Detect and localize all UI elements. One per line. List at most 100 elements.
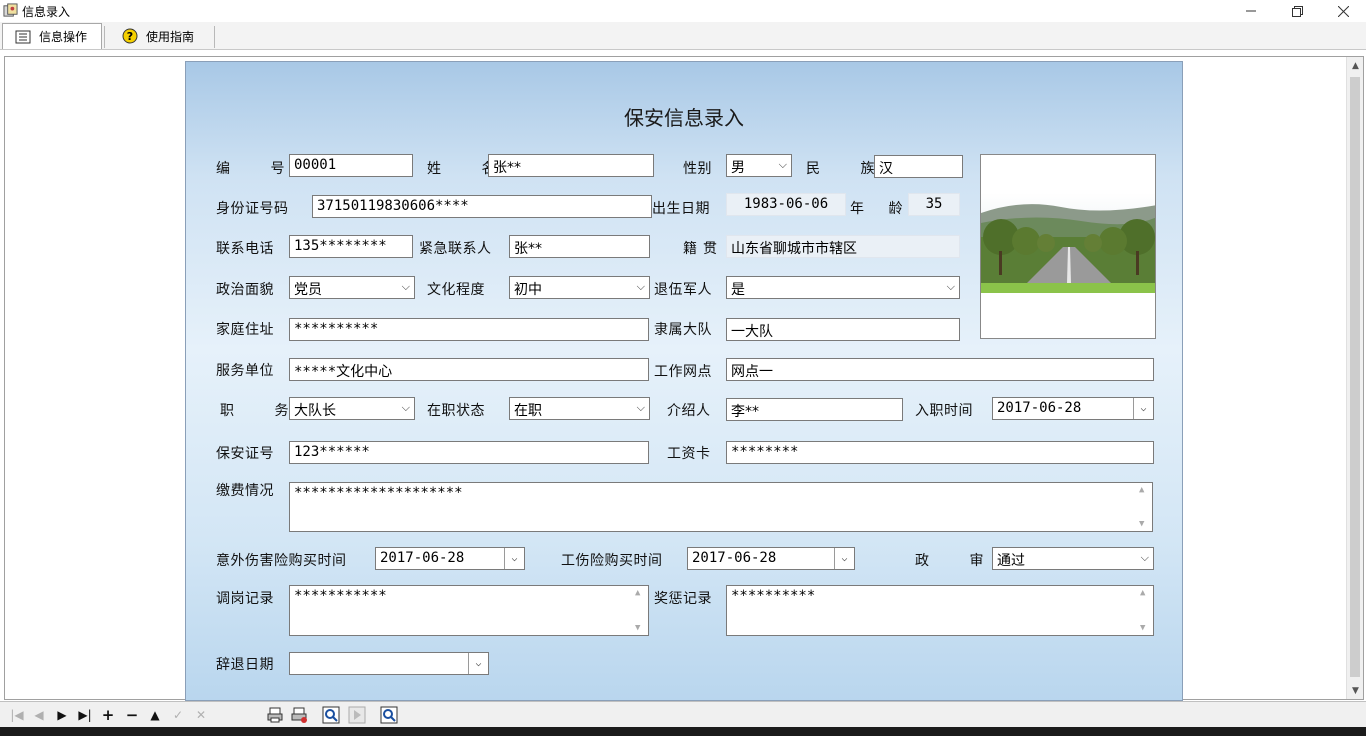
scroll-up-icon[interactable]: ▲ — [1347, 57, 1364, 74]
tab-user-guide[interactable]: ? 使用指南 — [110, 23, 210, 49]
print-icon[interactable] — [266, 706, 284, 724]
edit-record-icon[interactable]: ▲ — [146, 706, 164, 724]
label-dismiss-date: 辞退日期 — [216, 657, 274, 673]
label-birthdate: 出生日期 — [652, 201, 710, 217]
print-preview-icon[interactable] — [322, 706, 340, 724]
chevron-down-icon: ⌵ — [778, 158, 787, 171]
tab-divider — [214, 26, 215, 48]
client-area: 保安信息录入 编 号 00001 姓 名 张** 性别 男 ⌵ 民 族 汉 身份… — [4, 56, 1364, 701]
veteran-value: 是 — [731, 282, 745, 298]
position-select[interactable]: 大队长 ⌵ — [289, 397, 415, 420]
photo-image — [981, 155, 1155, 338]
label-emergency-contact: 紧急联系人 — [419, 241, 492, 257]
label-work-outlet: 工作网点 — [654, 364, 712, 380]
tab-info-operations[interactable]: 信息操作 — [2, 23, 102, 49]
vertical-scrollbar[interactable]: ▲ ▼ — [1346, 57, 1363, 699]
first-record-icon[interactable]: |◀ — [8, 706, 26, 724]
label-address: 家庭住址 — [216, 322, 274, 338]
chevron-down-icon: ⌵ — [636, 280, 645, 293]
introducer-field[interactable]: 李** — [726, 398, 903, 421]
form-title: 保安信息录入 — [624, 106, 744, 130]
close-icon — [1337, 5, 1349, 17]
address-field[interactable]: ********** — [289, 318, 649, 341]
minimize-button[interactable] — [1228, 0, 1274, 22]
chevron-down-icon[interactable]: ⌵ — [468, 653, 488, 674]
search-icon[interactable] — [380, 706, 398, 724]
tab-label: 使用指南 — [146, 29, 195, 44]
gender-select[interactable]: 男 ⌵ — [726, 154, 792, 177]
chevron-down-icon[interactable]: ⌵ — [1133, 398, 1153, 419]
label-service-unit: 服务单位 — [216, 363, 274, 379]
emergency-contact-field[interactable]: 张** — [509, 235, 650, 258]
prior-record-icon[interactable]: ◀ — [30, 706, 48, 724]
idcard-field[interactable]: 37150119830606**** — [312, 195, 652, 218]
political-status-select[interactable]: 党员 ⌵ — [289, 276, 415, 299]
native-place-field: 山东省聊城市市辖区 — [726, 235, 960, 258]
chevron-down-icon: ⌵ — [401, 401, 410, 414]
employee-photo[interactable] — [980, 154, 1156, 339]
cancel-record-icon[interactable]: ✕ — [192, 706, 210, 724]
education-select[interactable]: 初中 ⌵ — [509, 276, 650, 299]
reward-record-textarea[interactable]: ********** ▲ ▼ — [726, 585, 1154, 636]
security-cert-field[interactable]: 123****** — [289, 441, 649, 464]
birthdate-field: 1983-06-06 — [726, 193, 846, 216]
tab-divider — [104, 26, 105, 48]
injury-insurance-date-picker[interactable]: 2017-06-28 ⌵ — [687, 547, 855, 570]
salary-card-field[interactable]: ******** — [726, 441, 1154, 464]
label-education: 文化程度 — [427, 282, 485, 298]
close-button[interactable] — [1320, 0, 1366, 22]
scroll-thumb[interactable] — [1350, 77, 1360, 677]
injury-insurance-date-value: 2017-06-28 — [692, 550, 777, 566]
chevron-down-icon[interactable]: ⌵ — [834, 548, 854, 569]
veteran-select[interactable]: 是 ⌵ — [726, 276, 960, 299]
age-field: 35 — [908, 193, 960, 216]
label-political-review: 政 审 — [915, 553, 1002, 569]
label-salary-card: 工资卡 — [667, 446, 711, 462]
dismiss-date-picker[interactable]: ⌵ — [289, 652, 489, 675]
service-unit-field[interactable]: *****文化中心 — [289, 358, 649, 381]
brigade-field[interactable]: 一大队 — [726, 318, 960, 341]
app-icon — [3, 3, 18, 17]
title-bar: 信息录入 — [0, 0, 1366, 22]
phone-field[interactable]: 135******** — [289, 235, 413, 258]
hire-date-value: 2017-06-28 — [997, 400, 1082, 416]
transfer-record-textarea[interactable]: *********** ▲ ▼ — [289, 585, 649, 636]
window-title: 信息录入 — [22, 5, 71, 19]
gender-value: 男 — [731, 160, 745, 176]
political-review-select[interactable]: 通过 ⌵ — [992, 547, 1154, 570]
scroll-down-icon[interactable]: ▼ — [1347, 682, 1364, 699]
work-outlet-field[interactable]: 网点一 — [726, 358, 1154, 381]
employment-status-select[interactable]: 在职 ⌵ — [509, 397, 650, 420]
textarea-scrollbar[interactable]: ▲ ▼ — [1136, 483, 1152, 531]
textarea-scrollbar[interactable]: ▲ ▼ — [1137, 586, 1153, 635]
help-icon: ? — [122, 28, 138, 44]
id-field[interactable]: 00001 — [289, 154, 413, 177]
next-record-icon[interactable]: ▶ — [53, 706, 71, 724]
delete-record-icon[interactable]: − — [123, 706, 141, 724]
play-icon[interactable] — [348, 706, 366, 724]
label-native-place: 籍贯 — [683, 241, 723, 257]
payment-textarea[interactable]: ******************** ▲ ▼ — [289, 482, 1153, 532]
education-value: 初中 — [514, 282, 542, 298]
accident-insurance-date-picker[interactable]: 2017-06-28 ⌵ — [375, 547, 525, 570]
label-security-cert: 保安证号 — [216, 446, 274, 462]
hire-date-picker[interactable]: 2017-06-28 ⌵ — [992, 397, 1154, 420]
label-veteran: 退伍军人 — [654, 282, 712, 298]
post-record-icon[interactable]: ✓ — [169, 706, 187, 724]
chevron-down-icon: ⌵ — [401, 280, 410, 293]
last-record-icon[interactable]: ▶| — [76, 706, 94, 724]
tab-label: 信息操作 — [39, 30, 88, 44]
textarea-scrollbar[interactable]: ▲ ▼ — [632, 586, 648, 635]
insert-record-icon[interactable]: + — [99, 706, 117, 724]
restore-button[interactable] — [1274, 0, 1320, 22]
ethnicity-field[interactable]: 汉 — [874, 155, 963, 178]
name-field[interactable]: 张** — [488, 154, 654, 177]
tab-bar: 信息操作 ? 使用指南 — [0, 22, 1366, 50]
political-status-value: 党员 — [294, 282, 322, 298]
label-injury-insurance: 工伤险购买时间 — [561, 553, 663, 569]
print-setup-icon[interactable] — [290, 706, 308, 724]
chevron-down-icon[interactable]: ⌵ — [504, 548, 524, 569]
minimize-icon — [1246, 10, 1256, 12]
label-reward-record: 奖惩记录 — [654, 591, 712, 607]
chevron-down-icon: ⌵ — [636, 401, 645, 414]
